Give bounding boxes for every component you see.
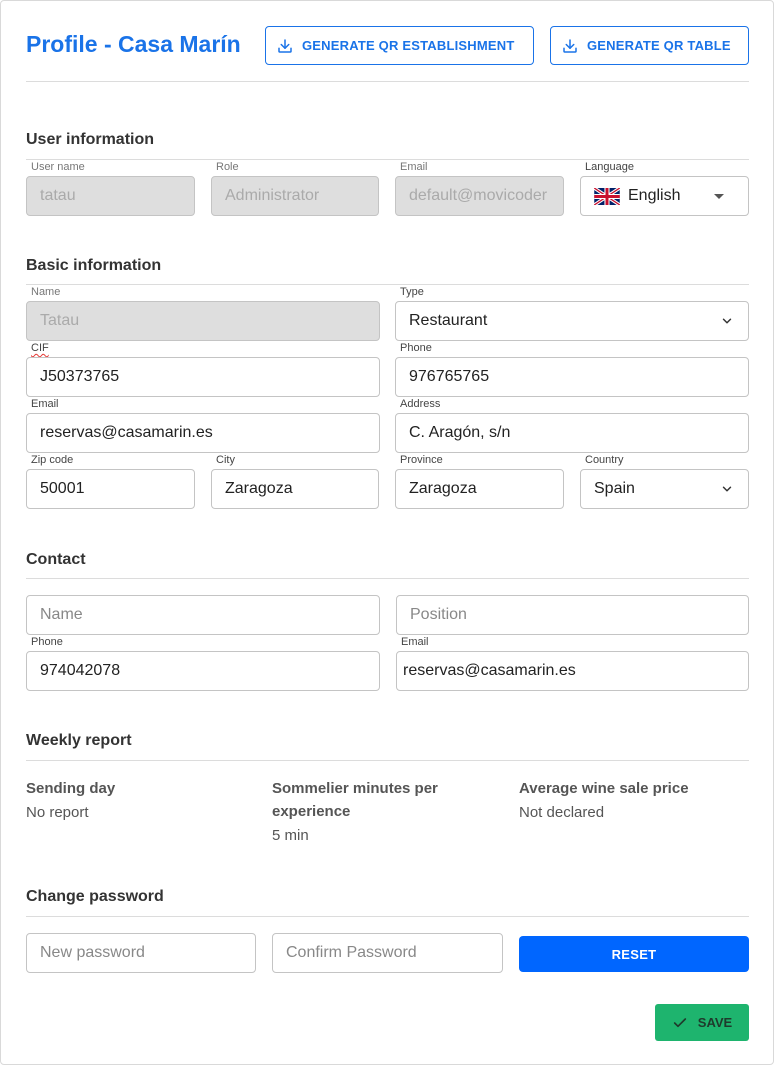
country-select[interactable]: Spain — [580, 469, 749, 509]
contact-name-placeholder: Name — [40, 606, 83, 623]
country-value: Spain — [594, 480, 635, 497]
cif-value: J50373765 — [40, 368, 120, 385]
role-value: Administrator — [225, 187, 320, 204]
cif-label-text: CIF — [31, 342, 49, 354]
contact-position-input[interactable]: Position — [396, 595, 749, 635]
avg-wine-price-label: Average wine sale price — [519, 780, 689, 797]
contact-email-input[interactable]: reservas@casamarin.es — [396, 651, 749, 691]
download-icon — [563, 38, 577, 53]
section-title-user-information: User information — [26, 131, 155, 148]
city-label: City — [216, 454, 235, 466]
name-value: Tatau — [40, 312, 80, 329]
reset-label: RESET — [611, 946, 657, 962]
language-value: English — [628, 187, 681, 204]
contact-email-label: Email — [401, 636, 429, 648]
download-icon — [278, 38, 292, 53]
address-value: C. Aragón, s/n — [409, 424, 511, 441]
user-email-value: default@movicoder — [409, 187, 548, 204]
user-email-label: Email — [400, 161, 428, 173]
header-divider — [26, 81, 749, 82]
sending-day-value: No report — [26, 804, 89, 821]
type-value: Restaurant — [409, 312, 488, 329]
divider — [26, 578, 749, 579]
sending-day-label: Sending day — [26, 780, 116, 797]
phone-input[interactable]: 976765765 — [395, 357, 749, 397]
divider — [26, 760, 749, 761]
divider — [26, 916, 749, 917]
contact-phone-input[interactable]: 974042078 — [26, 651, 380, 691]
dropdown-caret-icon — [714, 194, 724, 199]
language-label: Language — [585, 161, 634, 173]
section-title-change-password: Change password — [26, 888, 164, 905]
zip-value: 50001 — [40, 480, 85, 497]
section-title-contact: Contact — [26, 551, 86, 568]
email-input[interactable]: reservas@casamarin.es — [26, 413, 380, 453]
section-title-weekly-report: Weekly report — [26, 732, 132, 749]
user-email-field: default@movicoder — [395, 176, 564, 216]
divider — [26, 284, 749, 285]
province-input[interactable]: Zaragoza — [395, 469, 564, 509]
save-label: SAVE — [697, 1015, 733, 1030]
username-label: User name — [31, 161, 85, 173]
chevron-down-icon — [722, 318, 732, 324]
address-label: Address — [400, 398, 441, 410]
name-field: Tatau — [26, 301, 380, 341]
contact-email-value: reservas@casamarin.es — [403, 662, 576, 679]
zip-label: Zip code — [31, 454, 74, 466]
type-label: Type — [400, 286, 424, 298]
new-password-input[interactable]: New password — [26, 933, 256, 973]
province-value: Zaragoza — [409, 480, 477, 497]
sommelier-minutes-value: 5 min — [272, 827, 309, 844]
confirm-password-placeholder: Confirm Password — [286, 944, 417, 961]
username-field: tatau — [26, 176, 195, 216]
contact-name-input[interactable]: Name — [26, 595, 380, 635]
generate-qr-table-button[interactable]: GENERATE QR TABLE — [550, 26, 749, 65]
name-label: Name — [31, 286, 61, 298]
generate-qr-establishment-button[interactable]: GENERATE QR ESTABLISHMENT — [265, 26, 534, 65]
divider — [26, 159, 749, 160]
sommelier-minutes-label: Sommelier minutes per experience — [272, 780, 438, 820]
uk-flag-icon — [594, 187, 620, 205]
role-field: Administrator — [211, 176, 379, 216]
contact-phone-value: 974042078 — [40, 662, 121, 679]
zip-input[interactable]: 50001 — [26, 469, 195, 509]
phone-value: 976765765 — [409, 368, 490, 385]
confirm-password-input[interactable]: Confirm Password — [272, 933, 503, 973]
new-password-placeholder: New password — [40, 944, 145, 961]
save-button[interactable]: SAVE — [655, 1004, 749, 1041]
qr-table-label: GENERATE QR TABLE — [587, 38, 731, 53]
language-select[interactable]: English — [580, 176, 749, 216]
contact-phone-label: Phone — [31, 636, 63, 648]
chevron-down-icon — [722, 486, 732, 492]
role-label: Role — [216, 161, 239, 173]
address-input[interactable]: C. Aragón, s/n — [395, 413, 749, 453]
username-value: tatau — [40, 187, 76, 204]
phone-label: Phone — [400, 342, 432, 354]
city-value: Zaragoza — [225, 480, 293, 497]
reset-button[interactable]: RESET — [519, 936, 749, 972]
profile-card: Profile - Casa Marín GENERATE QR ESTABLI… — [0, 0, 774, 1065]
cif-input[interactable]: J50373765 — [26, 357, 380, 397]
email-label: Email — [31, 398, 59, 410]
cif-label: CIF — [31, 342, 49, 354]
qr-establishment-label: GENERATE QR ESTABLISHMENT — [302, 38, 515, 53]
avg-wine-price-value: Not declared — [519, 804, 605, 821]
province-label: Province — [400, 454, 443, 466]
section-title-basic-information: Basic information — [26, 257, 162, 274]
city-input[interactable]: Zaragoza — [211, 469, 379, 509]
country-label: Country — [585, 454, 624, 466]
page-title: Profile - Casa Marín — [26, 31, 241, 57]
contact-position-placeholder: Position — [410, 606, 467, 623]
email-value: reservas@casamarin.es — [40, 424, 213, 441]
type-select[interactable]: Restaurant — [395, 301, 749, 341]
check-icon — [673, 1017, 686, 1027]
